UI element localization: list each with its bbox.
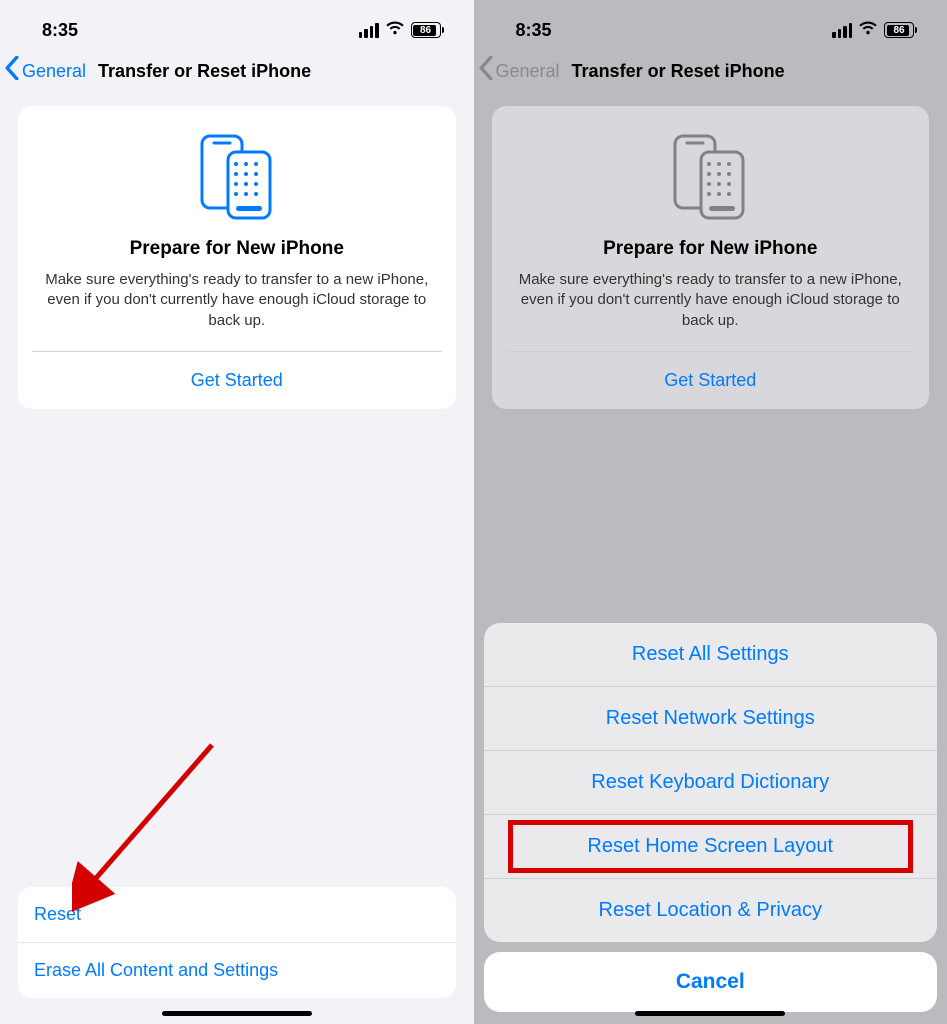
page-title: Transfer or Reset iPhone bbox=[572, 61, 785, 82]
signal-bars-icon bbox=[359, 23, 379, 38]
get-started-button: Get Started bbox=[508, 352, 914, 409]
card-heading: Prepare for New iPhone bbox=[508, 238, 914, 260]
sheet-option-reset-home-screen[interactable]: Reset Home Screen Layout bbox=[484, 814, 938, 878]
two-phones-icon bbox=[196, 132, 278, 222]
sheet-option-reset-keyboard[interactable]: Reset Keyboard Dictionary bbox=[484, 750, 938, 814]
reset-action-sheet: Reset All Settings Reset Network Setting… bbox=[484, 623, 938, 1012]
battery-icon: 86 bbox=[411, 22, 444, 38]
content-area: Prepare for New iPhone Make sure everyth… bbox=[474, 106, 947, 409]
two-phones-icon bbox=[669, 132, 751, 222]
bottom-options-list: Reset Erase All Content and Settings bbox=[18, 887, 456, 998]
sheet-option-group: Reset All Settings Reset Network Setting… bbox=[484, 623, 938, 942]
battery-percent: 86 bbox=[893, 25, 904, 36]
card-body: Make sure everything's ready to transfer… bbox=[34, 270, 440, 351]
prepare-card: Prepare for New iPhone Make sure everyth… bbox=[18, 106, 456, 409]
reset-row[interactable]: Reset bbox=[18, 887, 456, 942]
chevron-left-icon[interactable] bbox=[4, 56, 20, 86]
wifi-icon bbox=[385, 20, 405, 41]
screen-reset-sheet: 8:35 86 General Transfer or Reset iPhone bbox=[474, 0, 947, 1024]
nav-bar: General Transfer or Reset iPhone bbox=[474, 48, 947, 106]
page-title: Transfer or Reset iPhone bbox=[98, 61, 311, 82]
battery-percent: 86 bbox=[420, 25, 431, 36]
sheet-option-reset-all[interactable]: Reset All Settings bbox=[484, 623, 938, 686]
status-bar: 8:35 86 bbox=[0, 0, 474, 48]
back-button[interactable]: General bbox=[22, 61, 86, 82]
sheet-option-reset-network[interactable]: Reset Network Settings bbox=[484, 686, 938, 750]
back-button: General bbox=[496, 61, 560, 82]
erase-all-row[interactable]: Erase All Content and Settings bbox=[18, 942, 456, 998]
get-started-button[interactable]: Get Started bbox=[34, 352, 440, 409]
home-indicator[interactable] bbox=[635, 1011, 785, 1016]
status-time: 8:35 bbox=[516, 20, 552, 41]
chevron-left-icon bbox=[478, 56, 494, 86]
prepare-card: Prepare for New iPhone Make sure everyth… bbox=[492, 106, 930, 409]
home-indicator[interactable] bbox=[162, 1011, 312, 1016]
screen-transfer-reset: 8:35 86 General Transfer or Reset iPhone bbox=[0, 0, 474, 1024]
battery-icon: 86 bbox=[884, 22, 917, 38]
status-time: 8:35 bbox=[42, 20, 78, 41]
status-right: 86 bbox=[832, 20, 917, 41]
card-heading: Prepare for New iPhone bbox=[34, 238, 440, 260]
signal-bars-icon bbox=[832, 23, 852, 38]
sheet-cancel-button[interactable]: Cancel bbox=[484, 952, 938, 1012]
card-body: Make sure everything's ready to transfer… bbox=[508, 270, 914, 351]
status-bar: 8:35 86 bbox=[474, 0, 947, 48]
wifi-icon bbox=[858, 20, 878, 41]
sheet-option-reset-location[interactable]: Reset Location & Privacy bbox=[484, 878, 938, 942]
content-area: Prepare for New iPhone Make sure everyth… bbox=[0, 106, 474, 409]
status-right: 86 bbox=[359, 20, 444, 41]
nav-bar: General Transfer or Reset iPhone bbox=[0, 48, 474, 106]
